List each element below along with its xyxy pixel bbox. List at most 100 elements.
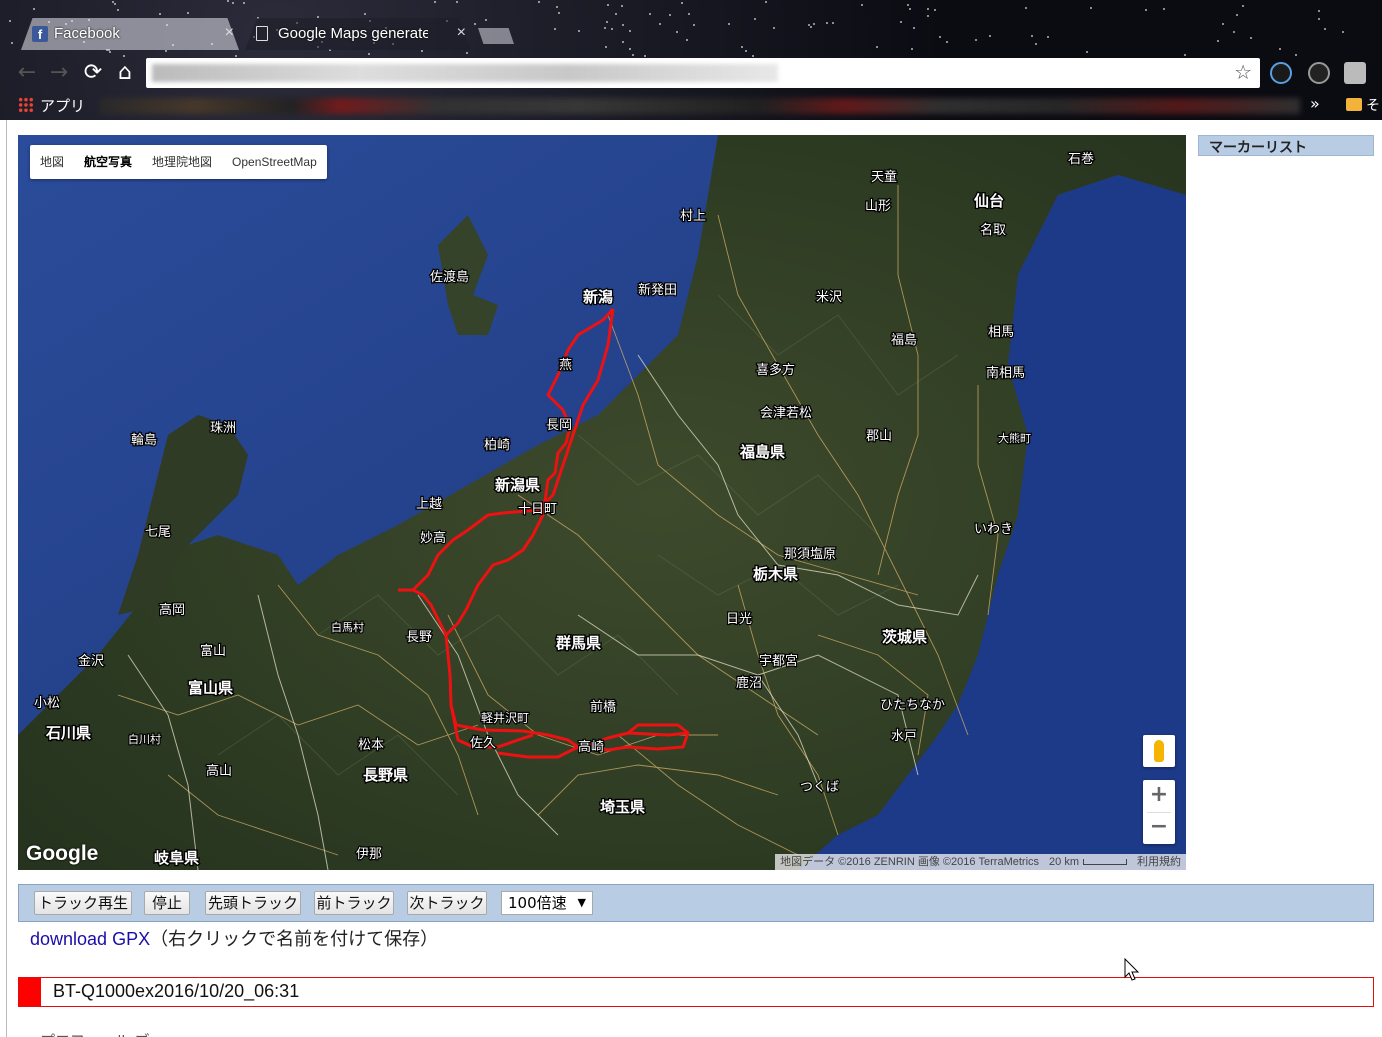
extension-circle-icon[interactable] (1308, 62, 1330, 84)
svg-text:高岡: 高岡 (159, 602, 185, 618)
svg-text:白馬村: 白馬村 (331, 620, 364, 634)
tab-facebook[interactable]: f Facebook × (14, 18, 246, 50)
star-decoration (456, 1, 458, 3)
next-track-button[interactable]: 次トラック (407, 891, 487, 915)
zoom-out-button[interactable]: − (1143, 812, 1175, 844)
star-decoration (112, 1, 114, 3)
star-decoration (109, 51, 111, 53)
extension-cast-icon[interactable] (1344, 62, 1366, 84)
street-view-pegman-icon[interactable] (1143, 735, 1175, 767)
bookmark-folder-label[interactable]: そ (1366, 95, 1380, 115)
star-decoration (1233, 31, 1235, 33)
star-decoration (913, 27, 915, 29)
star-decoration (1163, 8, 1165, 10)
page: 新潟 新潟県 福島県 仙台 栃木県 群馬県 茨城県 富山県 石川県 長野県 埼玉… (0, 120, 1382, 1037)
new-tab-button[interactable] (478, 28, 514, 44)
svg-text:輪島: 輪島 (131, 432, 157, 448)
track-name[interactable]: BT-Q1000ex2016/10/20_06:31 (53, 981, 299, 1002)
stop-button[interactable]: 停止 (144, 891, 190, 915)
svg-text:長岡: 長岡 (546, 418, 572, 433)
star-decoration (826, 22, 828, 24)
bookmarks-more-button[interactable]: » (1310, 94, 1320, 113)
extension-icon[interactable] (1270, 62, 1292, 84)
star-decoration (876, 46, 878, 48)
map-label-niigata: 新潟 (583, 288, 613, 306)
play-track-button[interactable]: トラック再生 (34, 891, 132, 915)
star-decoration (939, 36, 941, 38)
map-type-control: 地図 航空写真 地理院地図 OpenStreetMap (30, 145, 327, 179)
svg-text:名取: 名取 (980, 222, 1006, 238)
svg-text:那須塩原: 那須塩原 (784, 547, 836, 562)
terms-link[interactable]: 利用規約 (1132, 854, 1186, 870)
star-decoration (728, 23, 730, 25)
apps-label[interactable]: アプリ (40, 95, 85, 116)
svg-text:佐久: 佐久 (470, 736, 496, 751)
map-type-satellite[interactable]: 航空写真 (74, 145, 142, 179)
star-decoration (604, 27, 606, 29)
google-logo: Google (26, 842, 99, 865)
map-label-fukushima-pref: 福島県 (739, 443, 785, 461)
star-decoration (33, 8, 35, 10)
star-decoration (975, 39, 977, 41)
bookmarks-bar: アプリ » そ (0, 92, 1382, 120)
svg-text:村上: 村上 (680, 209, 706, 224)
svg-text:七尾: 七尾 (145, 525, 171, 540)
map-label-gifu-pref: 岐阜県 (154, 849, 199, 867)
map-type-gsi[interactable]: 地理院地図 (142, 145, 222, 179)
star-decoration (159, 13, 161, 15)
star-decoration (621, 5, 623, 7)
address-bar[interactable]: ☆ (146, 58, 1260, 88)
star-decoration (946, 41, 948, 43)
map-scale: 20 km (1044, 854, 1132, 870)
star-decoration (368, 53, 370, 55)
star-decoration (934, 9, 936, 11)
svg-text:相馬: 相馬 (988, 325, 1014, 340)
map-type-map[interactable]: 地図 (30, 145, 74, 179)
svg-text:喜多方: 喜多方 (756, 362, 795, 378)
tab-google-maps-generate[interactable]: Google Maps generate × (238, 18, 478, 50)
tab-label: Facebook (54, 25, 120, 42)
home-icon[interactable]: ⌂ (112, 60, 138, 86)
star-decoration (907, 4, 909, 6)
star-decoration (485, 19, 487, 21)
svg-text:高山: 高山 (206, 763, 232, 779)
star-decoration (11, 42, 13, 44)
star-decoration (606, 21, 608, 23)
track-list-item[interactable]: BT-Q1000ex2016/10/20_06:31 (18, 977, 1374, 1007)
download-gpx-link[interactable]: download GPX (30, 929, 150, 949)
back-icon[interactable]: ← (14, 60, 40, 86)
star-decoration (1324, 28, 1326, 30)
star-decoration (1222, 23, 1224, 25)
svg-text:白川村: 白川村 (128, 732, 161, 746)
star-decoration (632, 54, 634, 56)
prev-track-button[interactable]: 前トラック (314, 891, 394, 915)
star-decoration (911, 48, 913, 50)
star-decoration (554, 28, 556, 30)
star-decoration (1184, 54, 1186, 56)
star-decoration (909, 8, 911, 10)
first-track-button[interactable]: 先頭トラック (205, 891, 301, 915)
bookmarks-blurred (100, 98, 1300, 114)
star-decoration (1318, 10, 1320, 12)
star-decoration (165, 50, 167, 52)
map-type-osm[interactable]: OpenStreetMap (222, 145, 327, 179)
satellite-map[interactable]: 新潟 新潟県 福島県 仙台 栃木県 群馬県 茨城県 富山県 石川県 長野県 埼玉… (18, 135, 1186, 870)
close-icon[interactable]: × (225, 24, 234, 42)
reload-icon[interactable]: ⟳ (80, 60, 106, 86)
apps-grid-icon[interactable] (18, 97, 34, 113)
mouse-cursor-icon (1124, 958, 1140, 981)
star-decoration (741, 46, 743, 48)
map-canvas[interactable]: 新潟 新潟県 福島県 仙台 栃木県 群馬県 茨城県 富山県 石川県 長野県 埼玉… (18, 135, 1186, 870)
star-decoration (989, 35, 991, 37)
star-decoration (832, 22, 834, 24)
bookmark-star-icon[interactable]: ☆ (1234, 60, 1252, 84)
speed-select[interactable]: 100倍速 ▼ (501, 891, 593, 915)
close-icon[interactable]: × (457, 24, 466, 42)
folder-icon[interactable] (1346, 98, 1362, 111)
svg-text:小松: 小松 (34, 696, 60, 711)
star-decoration (466, 52, 468, 54)
star-decoration (9, 20, 11, 22)
track-color-swatch (19, 978, 41, 1006)
zoom-in-button[interactable]: + (1143, 780, 1175, 812)
forward-icon[interactable]: → (46, 60, 72, 86)
